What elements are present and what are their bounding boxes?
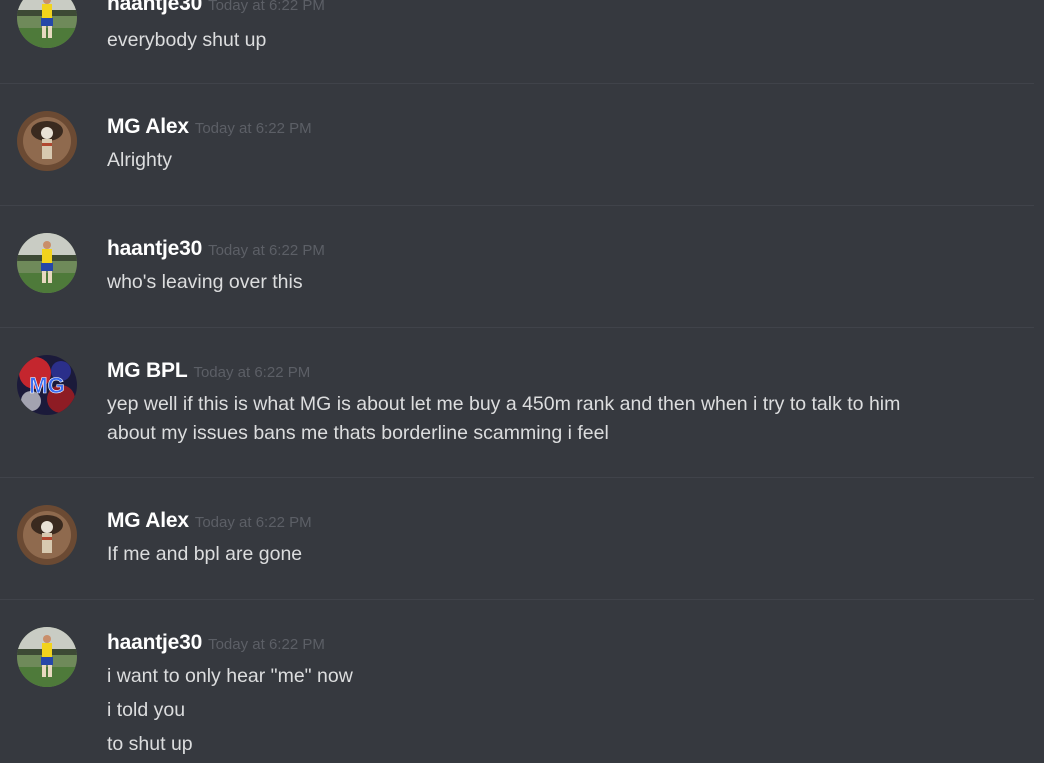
message-text: i want to only hear "me" now [107, 665, 353, 687]
username[interactable]: MG Alex [107, 509, 189, 532]
chat-messages: haantje30 Today at 6:22 PM everybody shut… [0, 0, 1044, 763]
message-divider [0, 83, 1034, 84]
cigar-photo-avatar[interactable] [17, 111, 77, 171]
username[interactable]: haantje30 [107, 631, 202, 654]
timestamp: Today at 6:22 PM [208, 242, 325, 259]
player-photo-avatar[interactable] [17, 627, 77, 687]
message-text: everybody shut up [107, 29, 267, 51]
message-header: haantje30 Today at 6:22 PM [107, 0, 325, 16]
mg-logo-text: MG [29, 373, 64, 398]
mg-logo-avatar[interactable]: MG [17, 355, 77, 415]
message-text: If me and bpl are gone [107, 543, 303, 565]
message-text: yep well if this is what MG is about let… [107, 393, 901, 415]
message-divider [0, 205, 1034, 206]
timestamp: Today at 6:22 PM [208, 0, 325, 14]
message-header: MG Alex Today at 6:22 PM [107, 115, 312, 139]
message-text: about my issues bans me thats borderline… [107, 422, 609, 444]
username[interactable]: MG BPL [107, 359, 188, 382]
timestamp: Today at 6:22 PM [194, 120, 312, 137]
message-divider [0, 477, 1034, 478]
timestamp: Today at 6:22 PM [194, 514, 312, 531]
username[interactable]: haantje30 [107, 0, 202, 15]
message-text: who's leaving over this [107, 271, 303, 293]
message-header: haantje30 Today at 6:22 PM [107, 237, 325, 261]
message-header: haantje30 Today at 6:22 PM [107, 631, 325, 655]
player-photo-avatar[interactable] [17, 0, 77, 48]
timestamp: Today at 6:22 PM [208, 636, 325, 653]
message-header: MG BPL Today at 6:22 PM [107, 359, 310, 383]
message-header: MG Alex Today at 6:22 PM [107, 509, 312, 533]
username[interactable]: haantje30 [107, 237, 202, 260]
cigar-photo-avatar[interactable] [17, 505, 77, 565]
message-divider [0, 599, 1034, 600]
message-text: Alrighty [107, 149, 173, 171]
timestamp: Today at 6:22 PM [193, 364, 311, 381]
message-divider [0, 327, 1034, 328]
username[interactable]: MG Alex [107, 115, 189, 138]
message-text: i told you [107, 699, 186, 721]
player-photo-avatar[interactable] [17, 233, 77, 293]
message-text: to shut up [107, 733, 193, 755]
